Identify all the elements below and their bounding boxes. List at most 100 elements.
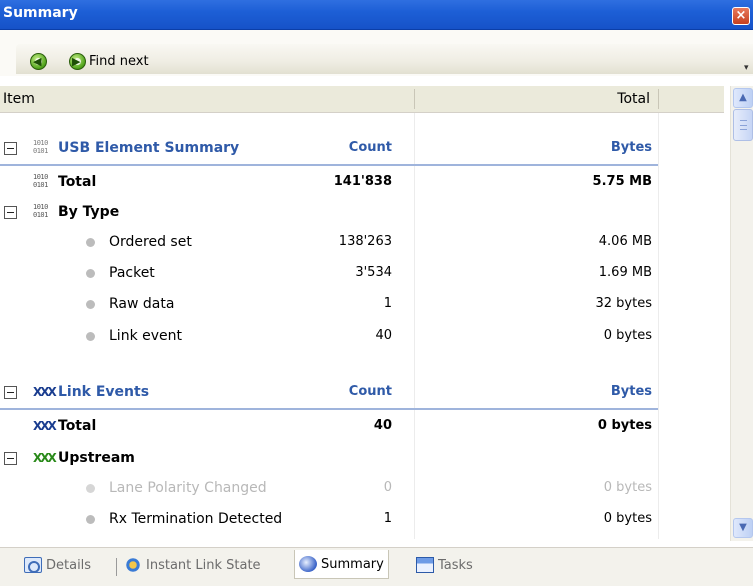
grip-icon — [740, 120, 747, 130]
row-label: Upstream — [58, 450, 135, 466]
link-event-icon: XXX — [33, 385, 57, 399]
header-divider[interactable] — [414, 89, 415, 109]
find-previous-button[interactable]: ◀ — [30, 51, 47, 71]
find-next-button[interactable]: ▶ Find next — [69, 51, 149, 71]
scroll-up-button[interactable]: ▲ — [733, 88, 753, 108]
close-icon: × — [735, 8, 747, 23]
table-row[interactable]: Raw data 1 32 bytes — [0, 290, 724, 320]
chevron-down-icon: ▼ — [739, 522, 747, 533]
row-bytes: 5.75 MB — [592, 174, 652, 189]
bullet-icon — [86, 332, 95, 341]
table-row[interactable]: Ordered set 138'263 4.06 MB — [0, 228, 724, 258]
header-item[interactable]: Item — [3, 91, 35, 107]
binary-icon: 1010 0101 — [33, 139, 48, 155]
binary-icon: 1010 0101 — [33, 203, 48, 219]
tab-divider — [116, 558, 117, 576]
tab-details[interactable]: Details — [20, 551, 95, 579]
vertical-scrollbar[interactable]: ▲ ▼ — [730, 86, 753, 541]
row-count: 138'263 — [338, 234, 392, 249]
instant-link-state-icon — [124, 557, 142, 573]
bullet-icon — [86, 515, 95, 524]
collapse-icon[interactable] — [4, 386, 17, 399]
link-events-section-header[interactable]: XXX Link Events Count Bytes — [0, 378, 724, 408]
header-divider[interactable] — [658, 89, 659, 109]
table-row[interactable]: Link event 40 0 bytes — [0, 322, 724, 352]
row-label: Total — [58, 174, 97, 190]
tab-instant-link-state[interactable]: Instant Link State — [120, 551, 265, 579]
row-count: 40 — [375, 328, 392, 343]
column-header: Item Total — [0, 86, 724, 113]
row-count: 40 — [373, 418, 392, 433]
tab-label: Tasks — [438, 557, 473, 573]
scroll-down-button[interactable]: ▼ — [733, 518, 753, 538]
tab-label: Summary — [321, 556, 384, 572]
row-count: 141'838 — [333, 174, 392, 189]
table-row[interactable]: Packet 3'534 1.69 MB — [0, 259, 724, 289]
tasks-icon — [416, 557, 434, 573]
green-arrow-right-icon: ▶ — [69, 52, 86, 70]
section-bytes-header: Bytes — [610, 140, 652, 155]
row-label: Lane Polarity Changed — [109, 480, 267, 496]
upstream-row[interactable]: XXX Upstream — [0, 444, 724, 474]
tab-label: Instant Link State — [146, 557, 261, 573]
bottom-tab-bar: Details Instant Link State Summary Tasks — [0, 547, 753, 586]
row-count: 0 — [383, 480, 392, 495]
bullet-icon — [86, 238, 95, 247]
table-row[interactable]: Lane Polarity Changed 0 0 bytes — [0, 474, 724, 504]
summary-grid: 1010 0101 USB Element Summary Count Bytes… — [0, 113, 724, 539]
by-type-row[interactable]: 1010 0101 By Type — [0, 198, 724, 228]
table-row[interactable]: Rx Termination Detected 1 0 bytes — [0, 505, 724, 535]
upstream-link-icon: XXX — [33, 451, 57, 465]
usb-section-header[interactable]: 1010 0101 USB Element Summary Count Bytes — [0, 134, 724, 164]
section-title: USB Element Summary — [58, 140, 240, 156]
row-bytes: 32 bytes — [595, 296, 653, 311]
section-divider — [0, 164, 658, 166]
scroll-thumb[interactable] — [733, 109, 753, 141]
section-bytes-header: Bytes — [610, 384, 652, 399]
row-bytes: 0 bytes — [603, 480, 652, 495]
row-label: Ordered set — [109, 234, 192, 250]
row-count: 1 — [383, 296, 392, 311]
title-bar: Summary × — [0, 0, 753, 30]
collapse-icon[interactable] — [4, 142, 17, 155]
window-title: Summary — [3, 5, 78, 21]
usb-total-row[interactable]: 1010 0101 Total 141'838 5.75 MB — [0, 168, 724, 198]
chevron-up-icon: ▲ — [739, 92, 747, 103]
row-label: Packet — [109, 265, 155, 281]
header-total[interactable]: Total — [617, 91, 650, 107]
row-bytes: 0 bytes — [603, 328, 652, 343]
row-label: Rx Termination Detected — [109, 511, 283, 527]
link-event-icon: XXX — [33, 419, 57, 433]
bullet-icon — [86, 269, 95, 278]
row-bytes: 0 bytes — [597, 418, 652, 433]
tab-label: Details — [46, 557, 92, 573]
toolbar-overflow-chevron-icon[interactable]: ▾ — [744, 63, 749, 73]
collapse-icon[interactable] — [4, 452, 17, 465]
find-next-label: Find next — [89, 53, 149, 69]
details-icon — [24, 557, 42, 573]
row-bytes: 0 bytes — [603, 511, 652, 526]
row-label: By Type — [58, 204, 120, 220]
tab-tasks[interactable]: Tasks — [412, 551, 477, 579]
summary-window: Summary × ◀ ▶ Find next ▾ Item Total 101… — [0, 0, 753, 586]
tab-summary[interactable]: Summary — [294, 550, 389, 579]
row-label: Raw data — [109, 296, 175, 312]
binary-icon: 1010 0101 — [33, 173, 48, 189]
green-arrow-left-icon: ◀ — [30, 52, 47, 70]
row-count: 1 — [383, 511, 392, 526]
toolbar: ◀ ▶ Find next ▾ — [0, 30, 753, 76]
close-button[interactable]: × — [732, 7, 750, 25]
bullet-icon — [86, 300, 95, 309]
row-label: Total — [58, 418, 97, 434]
section-count-header: Count — [348, 140, 392, 155]
link-total-row[interactable]: XXX Total 40 0 bytes — [0, 412, 724, 442]
bullet-icon — [86, 484, 95, 493]
collapse-icon[interactable] — [4, 206, 17, 219]
row-label: Link event — [109, 328, 182, 344]
section-count-header: Count — [348, 384, 392, 399]
section-title: Link Events — [58, 384, 150, 400]
row-bytes: 1.69 MB — [598, 265, 652, 280]
row-bytes: 4.06 MB — [598, 234, 652, 249]
section-divider — [0, 408, 658, 410]
row-count: 3'534 — [355, 265, 392, 280]
